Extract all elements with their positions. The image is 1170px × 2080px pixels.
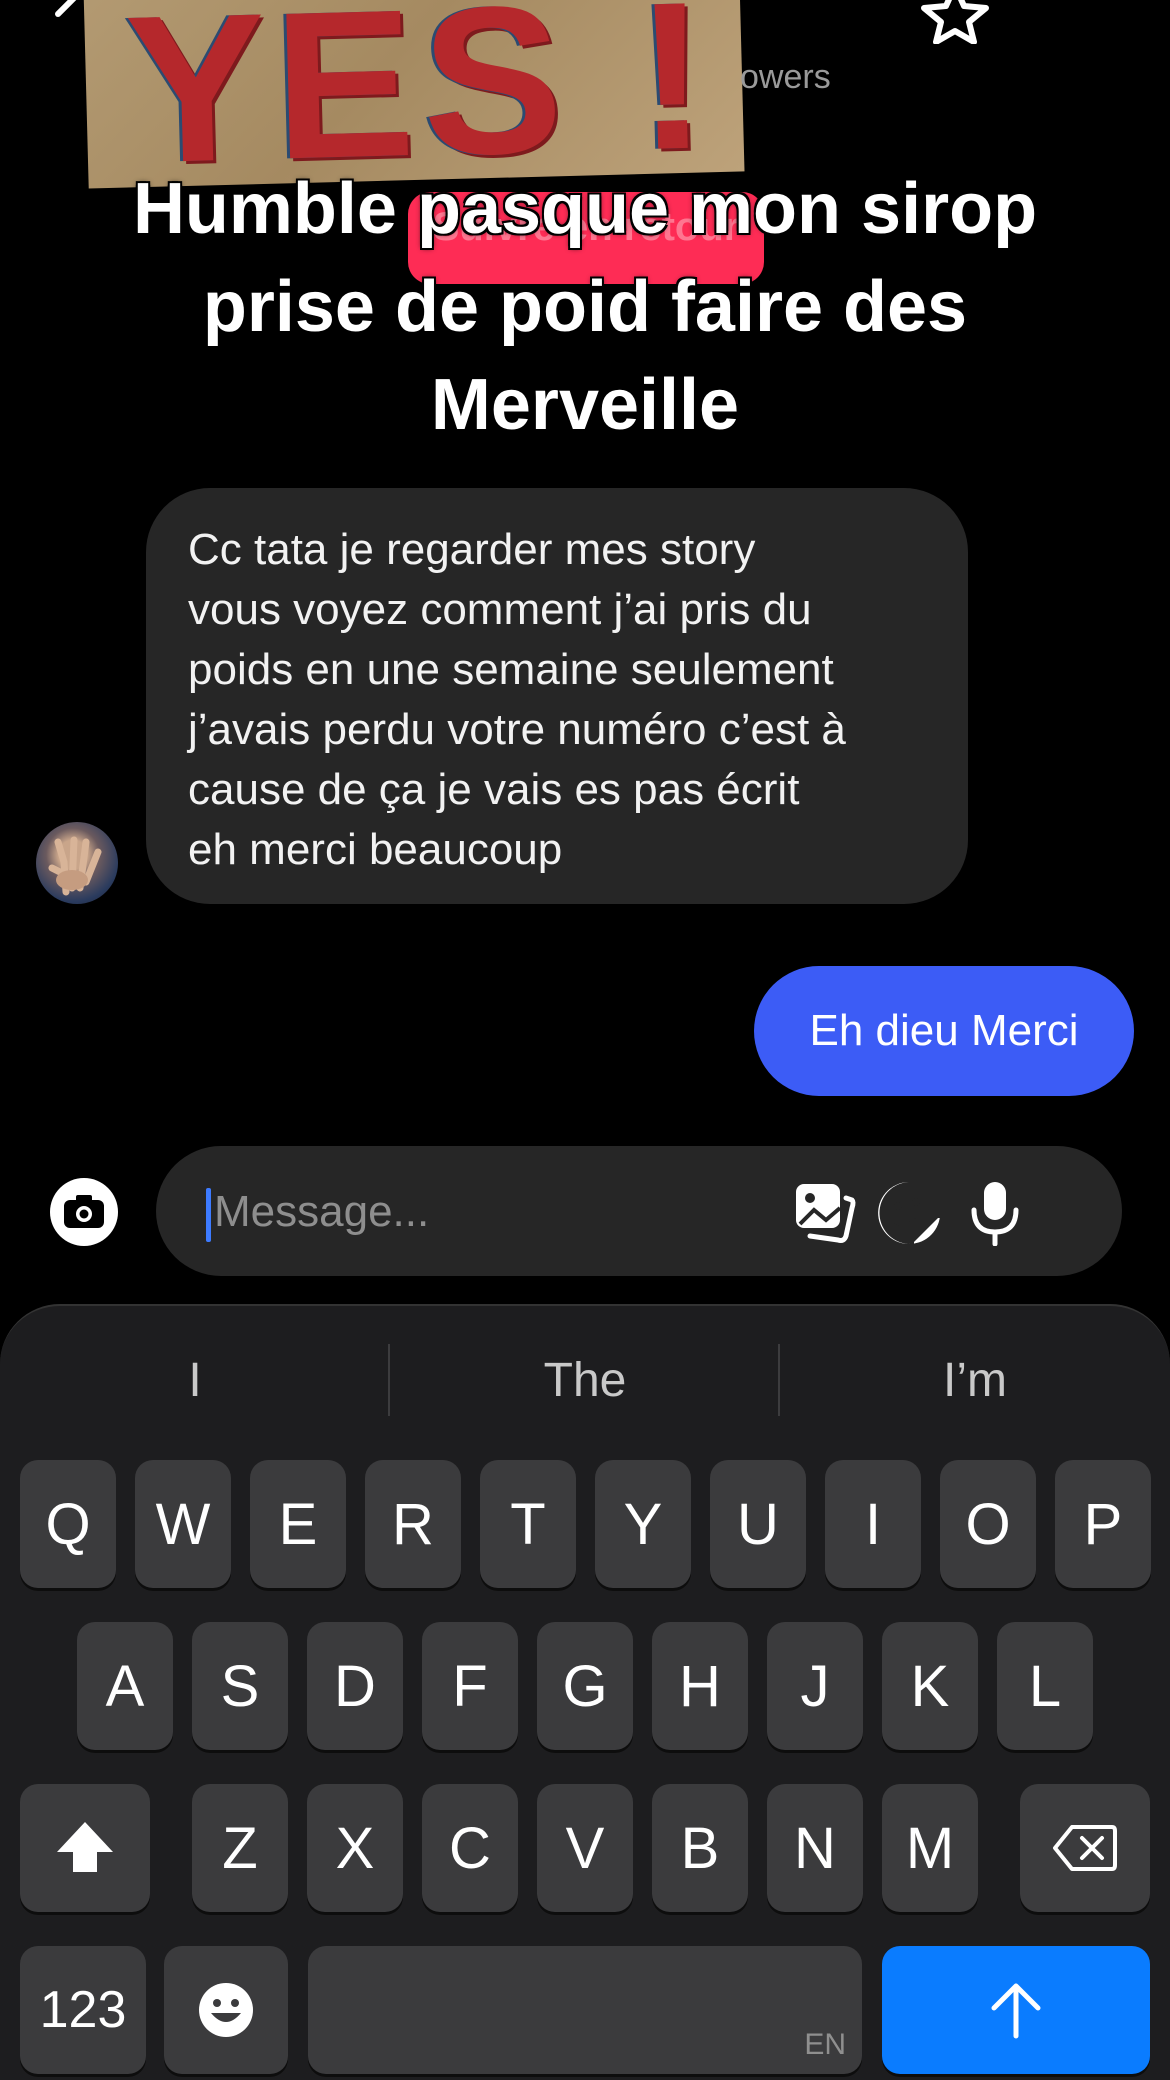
shift-key[interactable]	[20, 1784, 150, 1912]
message-composer[interactable]	[156, 1146, 1122, 1276]
send-key[interactable]	[882, 1946, 1150, 2074]
text-caret	[206, 1188, 211, 1242]
camera-button[interactable]	[50, 1178, 118, 1246]
space-key[interactable]: EN	[308, 1946, 862, 2074]
key-s[interactable]: S	[192, 1622, 288, 1750]
followers-text: owers	[740, 58, 831, 96]
key-y[interactable]: Y	[595, 1460, 691, 1588]
sticker-icon[interactable]	[876, 1180, 942, 1246]
gallery-icon[interactable]	[792, 1180, 858, 1246]
story-header: YES ! owers Suivre en retour Humble pasq…	[0, 0, 1170, 460]
key-x[interactable]: X	[307, 1784, 403, 1912]
backspace-key[interactable]	[1020, 1784, 1150, 1912]
key-v[interactable]: V	[537, 1784, 633, 1912]
incoming-message-text: Cc tata je regarder mes story vous voyez…	[188, 525, 846, 874]
backspace-icon	[1053, 1825, 1117, 1871]
numbers-key[interactable]: 123	[20, 1946, 146, 2074]
emoji-key[interactable]	[164, 1946, 288, 2074]
story-caption: Humble pasque mon sirop prise de poid fa…	[132, 169, 1038, 445]
incoming-message-bubble[interactable]: Cc tata je regarder mes story vous voyez…	[146, 488, 968, 904]
key-t[interactable]: T	[480, 1460, 576, 1588]
key-l[interactable]: L	[997, 1622, 1093, 1750]
key-f[interactable]: F	[422, 1622, 518, 1750]
outgoing-message-text: Eh dieu Merci	[809, 1006, 1079, 1055]
key-m[interactable]: M	[882, 1784, 978, 1912]
message-input[interactable]	[214, 1180, 734, 1244]
shift-icon	[57, 1822, 113, 1872]
key-c[interactable]: C	[422, 1784, 518, 1912]
suggestion-3[interactable]: I’m	[780, 1346, 1170, 1416]
keyboard: I The I’m Q W E R T Y U I O P A S D F G …	[0, 1304, 1170, 2080]
key-i[interactable]: I	[825, 1460, 921, 1588]
key-z[interactable]: Z	[192, 1784, 288, 1912]
key-p[interactable]: P	[1055, 1460, 1151, 1588]
microphone-icon[interactable]	[962, 1180, 1028, 1246]
key-n[interactable]: N	[767, 1784, 863, 1912]
hand-image	[48, 836, 102, 896]
avatar[interactable]	[36, 822, 118, 904]
key-h[interactable]: H	[652, 1622, 748, 1750]
key-b[interactable]: B	[652, 1784, 748, 1912]
key-d[interactable]: D	[307, 1622, 403, 1750]
key-u[interactable]: U	[710, 1460, 806, 1588]
suggestion-1[interactable]: I	[0, 1346, 390, 1416]
star-icon[interactable]	[920, 0, 990, 44]
camera-icon	[64, 1195, 104, 1228]
key-e[interactable]: E	[250, 1460, 346, 1588]
key-g[interactable]: G	[537, 1622, 633, 1750]
key-j[interactable]: J	[767, 1622, 863, 1750]
key-w[interactable]: W	[135, 1460, 231, 1588]
space-lang-label: EN	[804, 2028, 846, 2061]
key-r[interactable]: R	[365, 1460, 461, 1588]
suggestion-2[interactable]: The	[390, 1346, 780, 1416]
key-a[interactable]: A	[77, 1622, 173, 1750]
key-k[interactable]: K	[882, 1622, 978, 1750]
key-q[interactable]: Q	[20, 1460, 116, 1588]
key-o[interactable]: O	[940, 1460, 1036, 1588]
chevron-left-icon[interactable]	[44, 0, 94, 40]
emoji-icon	[199, 1983, 253, 2037]
send-arrow-icon	[991, 1983, 1041, 2039]
outgoing-message-bubble[interactable]: Eh dieu Merci	[754, 966, 1134, 1096]
more-icon[interactable]	[1050, 0, 1120, 16]
